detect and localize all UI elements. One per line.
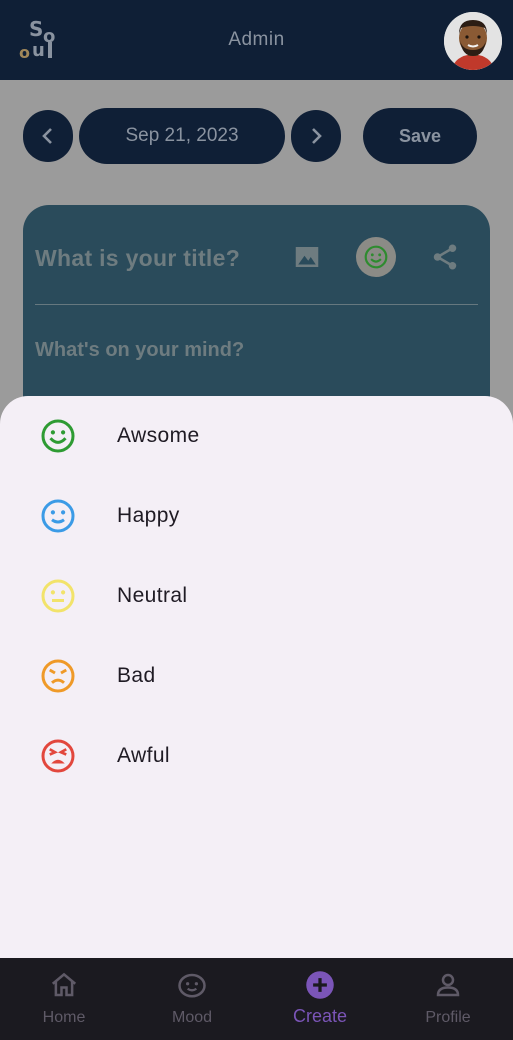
- tab-label: Mood: [171, 1009, 213, 1026]
- tab-label: Profile: [425, 1009, 471, 1026]
- image-icon[interactable]: [287, 237, 327, 277]
- body-input[interactable]: What's on your mind?: [35, 339, 244, 362]
- tab-create[interactable]: Create: [256, 958, 384, 1040]
- previous-day-button[interactable]: [23, 110, 73, 162]
- add-circle-icon: [306, 971, 334, 999]
- mood-option-happy[interactable]: Happy: [0, 484, 513, 548]
- mood-option-label: Neutral: [117, 584, 188, 607]
- mood-option-label: Happy: [117, 504, 180, 527]
- app-bar: S o o u Admin: [0, 0, 513, 80]
- tab-mood[interactable]: Mood: [128, 958, 256, 1040]
- dissatisfied-icon: [41, 659, 75, 693]
- very-satisfied-icon: [41, 419, 75, 453]
- mood-option-bad[interactable]: Bad: [0, 644, 513, 708]
- very-dissatisfied-icon: [41, 739, 75, 773]
- mood-option-awsome[interactable]: Awsome: [0, 404, 513, 468]
- date-selector[interactable]: Sep 21, 2023: [79, 108, 285, 164]
- mood-option-label: Awsome: [117, 424, 200, 447]
- satisfied-icon: [41, 499, 75, 533]
- mood-option-label: Bad: [117, 664, 156, 687]
- smiley-icon: [364, 245, 388, 269]
- chevron-right-icon: [312, 128, 322, 144]
- mood-picker-button[interactable]: [356, 237, 396, 277]
- mood-icon: [178, 973, 206, 998]
- next-day-button[interactable]: [291, 110, 341, 162]
- tab-home[interactable]: Home: [0, 958, 128, 1040]
- tab-label: Create: [292, 1006, 348, 1026]
- mood-option-neutral[interactable]: Neutral: [0, 564, 513, 628]
- share-icon[interactable]: [425, 237, 465, 277]
- tab-profile[interactable]: Profile: [384, 958, 512, 1040]
- divider: [35, 304, 478, 305]
- person-icon: [436, 973, 460, 997]
- neutral-icon: [41, 579, 75, 613]
- mood-bottom-sheet: Awsome Happy Neutral Bad Awful: [0, 396, 513, 958]
- app-title: Admin: [228, 29, 285, 50]
- chevron-left-icon: [42, 128, 52, 144]
- title-input[interactable]: What is your title?: [35, 245, 240, 272]
- save-button[interactable]: Save: [363, 108, 477, 164]
- mood-option-label: Awful: [117, 744, 170, 767]
- avatar-image: [444, 12, 502, 70]
- mood-option-awful[interactable]: Awful: [0, 724, 513, 788]
- bottom-navigation: Home Mood Create Profile: [0, 958, 513, 1040]
- tab-label: Home: [42, 1009, 86, 1026]
- avatar[interactable]: [444, 12, 502, 70]
- home-icon: [51, 972, 77, 997]
